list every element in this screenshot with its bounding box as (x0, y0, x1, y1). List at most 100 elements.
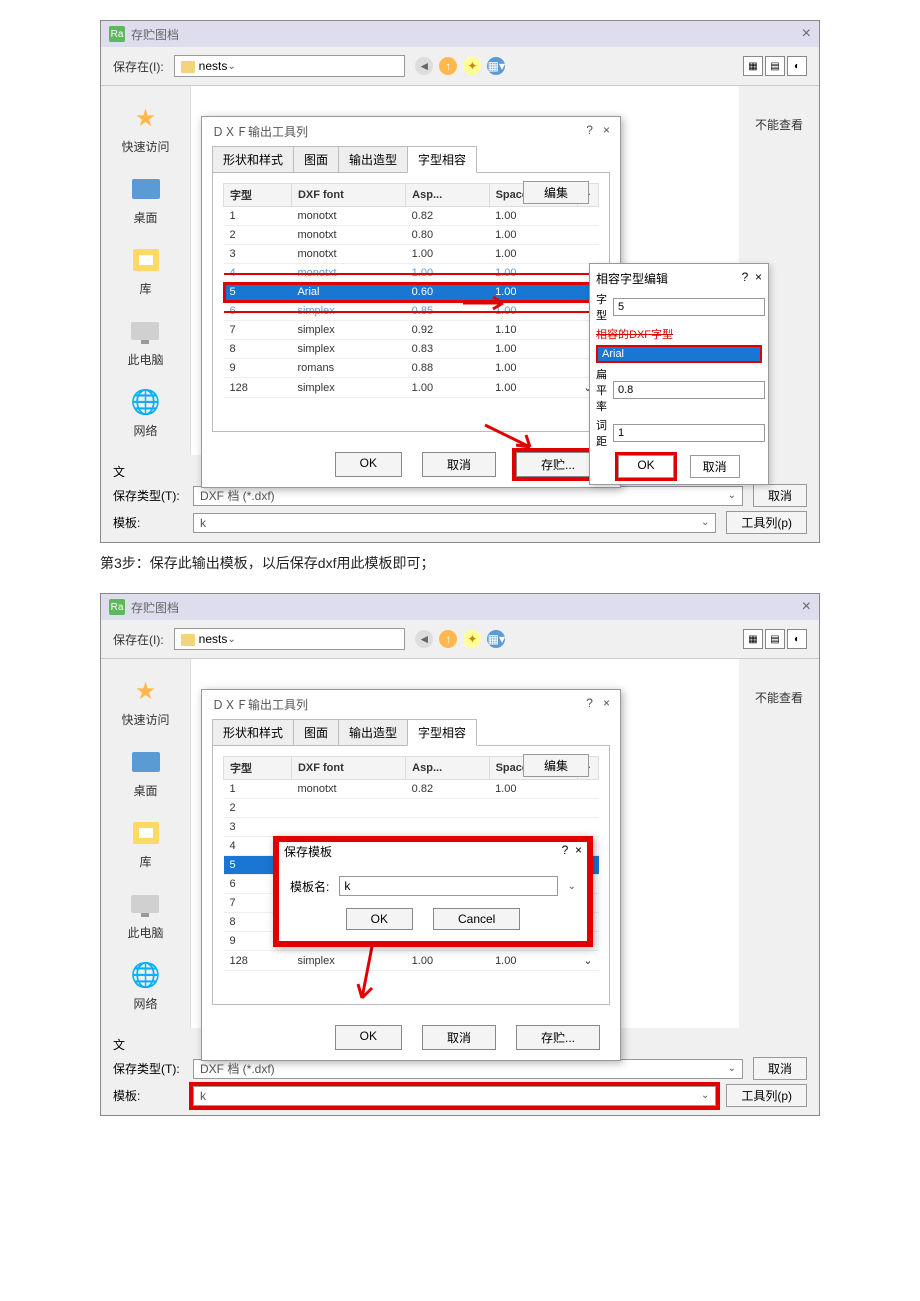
table-row[interactable]: 8simplex0.831.00 (224, 340, 599, 359)
nav-up-icon[interactable]: ↑ (439, 630, 457, 648)
view-2-button[interactable]: ▤ (765, 629, 785, 649)
close-icon[interactable]: × (802, 598, 811, 616)
template-combo[interactable]: k⌄ (193, 1086, 716, 1106)
dxf-help-icon[interactable]: ? (586, 696, 593, 710)
no-preview-label: 不能查看 (755, 691, 803, 705)
savetpl-help-icon[interactable]: ? (562, 843, 569, 857)
savetpl-close-icon[interactable]: × (575, 843, 582, 857)
template-name-input[interactable] (339, 876, 557, 896)
filetype-combo[interactable]: DXF 档 (*.dxf)⌄ (193, 486, 743, 506)
dxf-close-icon[interactable]: × (603, 696, 610, 710)
edit-button[interactable]: 编集 (523, 181, 589, 204)
dxf-save-button[interactable]: 存贮... (516, 1025, 600, 1050)
flat-input[interactable] (613, 381, 765, 399)
font-table: 字型DXF fontAsp...Space^ 1monotxt0.821.00 … (223, 183, 599, 398)
filetype-combo[interactable]: DXF 档 (*.dxf)⌄ (193, 1059, 743, 1079)
tab-layer[interactable]: 图面 (293, 146, 339, 173)
view-3-button[interactable]: ◐ (787, 629, 807, 649)
save-in-label: 保存在(I): (113, 58, 164, 75)
dxf-tool-dialog: ＤＸＦ输出工具列?× 形状和样式 图面 输出造型 字型相容 编集 字型DXF f… (201, 689, 621, 1061)
toolbar-button[interactable]: 工具列(p) (726, 511, 807, 534)
nav-newfolder-icon[interactable]: ✦ (463, 57, 481, 75)
titlebar: Ra 存贮图档 × (101, 594, 819, 620)
table-row-selected[interactable]: 5Arial0.601.00 (224, 283, 599, 302)
table-row[interactable]: 1monotxt0.821.00 (224, 207, 599, 226)
font-edit-dialog: 相容字型编辑? × 字型 相容的DXF字型 扁平率 词距 OK取消 (589, 263, 769, 485)
dxf-close-icon[interactable]: × (603, 123, 610, 137)
view-1-button[interactable]: ▦ (743, 629, 763, 649)
path-combo[interactable]: nests⌄ (174, 628, 406, 650)
sidebar-desktop[interactable]: 桌面 (130, 746, 162, 799)
nav-up-icon[interactable]: ↑ (439, 57, 457, 75)
table-row[interactable]: 7simplex0.921.10 (224, 321, 599, 340)
nav-viewmenu-icon[interactable]: ▦▾ (487, 57, 505, 75)
dxf-cancel-button[interactable]: 取消 (422, 452, 496, 477)
app-icon: Ra (109, 599, 125, 615)
sidebar-quick[interactable]: ★快速访问 (121, 102, 169, 155)
table-row[interactable]: 3 (224, 818, 599, 837)
table-row[interactable]: 128simplex1.001.00⌄ (224, 951, 599, 971)
filebar-cancel-button[interactable]: 取消 (753, 1057, 807, 1080)
view-2-button[interactable]: ▤ (765, 56, 785, 76)
table-row[interactable]: 3monotxt1.001.00 (224, 245, 599, 264)
table-row[interactable]: 6simplex0.851.00 (224, 302, 599, 321)
path-combo[interactable]: nests⌄ (174, 55, 406, 77)
tab-shape[interactable]: 形状和样式 (212, 719, 294, 746)
titlebar: Ra存贮图档 × (101, 21, 819, 47)
tab-shape[interactable]: 形状和样式 (212, 146, 294, 173)
edit-button[interactable]: 编集 (523, 754, 589, 777)
table-row[interactable]: 4monotxt1.001.00 (224, 264, 599, 283)
dxf-cancel-button[interactable]: 取消 (422, 1025, 496, 1050)
dxf-save-button[interactable]: 存贮... (516, 452, 600, 477)
sidebar-network[interactable]: 🌐网络 (130, 386, 162, 439)
table-row[interactable]: 9romans0.881.00 (224, 359, 599, 378)
nav-viewmenu-icon[interactable]: ▦▾ (487, 630, 505, 648)
sidebar-network[interactable]: 🌐网络 (130, 959, 162, 1012)
fontedit-ok-button[interactable]: OK (618, 455, 673, 478)
nav-back-icon[interactable]: ◄ (415, 630, 433, 648)
save-template-dialog: 保存模板? × 模板名:⌄ OKCancel (273, 836, 593, 947)
sidebar-quick[interactable]: ★快速访问 (121, 675, 169, 728)
fontedit-cancel-button[interactable]: 取消 (690, 455, 740, 478)
sidebar-thispc[interactable]: 此电脑 (127, 888, 163, 941)
compat-font-input[interactable] (596, 345, 762, 363)
nav-newfolder-icon[interactable]: ✦ (463, 630, 481, 648)
nav-back-icon[interactable]: ◄ (415, 57, 433, 75)
template-combo[interactable]: k⌄ (193, 513, 716, 533)
chevron-down-icon: ⌄ (227, 634, 235, 645)
table-row[interactable]: 1monotxt0.821.00 (224, 780, 599, 799)
tab-output[interactable]: 输出造型 (338, 146, 408, 173)
app-icon: Ra (109, 26, 125, 42)
filebar-cancel-button[interactable]: 取消 (753, 484, 807, 507)
savetpl-cancel-button[interactable]: Cancel (433, 908, 520, 930)
sidebar-library[interactable]: 库 (130, 244, 162, 297)
fontedit-close-icon[interactable]: × (755, 270, 762, 284)
dxf-help-icon[interactable]: ? (586, 123, 593, 137)
table-row[interactable]: 2monotxt0.801.00 (224, 226, 599, 245)
sidebar-library[interactable]: 库 (130, 817, 162, 870)
font-type-input[interactable] (613, 298, 765, 316)
tab-layer[interactable]: 图面 (293, 719, 339, 746)
toolbar-button[interactable]: 工具列(p) (726, 1084, 807, 1107)
close-icon[interactable]: × (802, 25, 811, 43)
fontedit-help-icon[interactable]: ? (742, 270, 749, 284)
dxf-ok-button[interactable]: OK (335, 452, 402, 477)
dxf-ok-button[interactable]: OK (335, 1025, 402, 1050)
sidebar-desktop[interactable]: 桌面 (130, 173, 162, 226)
window-title: 存贮图档 (131, 599, 179, 616)
view-3-button[interactable]: ◐ (787, 56, 807, 76)
tab-output[interactable]: 输出造型 (338, 719, 408, 746)
step3-text: 第3步：保存此输出模板，以后保存dxf用此模板即可； (100, 553, 820, 573)
sidebar-thispc[interactable]: 此电脑 (127, 315, 163, 368)
no-preview-label: 不能查看 (755, 118, 803, 132)
table-row[interactable]: 128simplex1.001.00⌄ (224, 378, 599, 398)
view-1-button[interactable]: ▦ (743, 56, 763, 76)
chevron-down-icon: ⌄ (227, 61, 235, 72)
dxf-tool-dialog: ＤＸＦ输出工具列?× 形状和样式 图面 输出造型 字型相容 编集 字型DXF f… (201, 116, 621, 488)
save-in-label: 保存在(I): (113, 631, 164, 648)
tab-font[interactable]: 字型相容 (407, 719, 477, 746)
savetpl-ok-button[interactable]: OK (346, 908, 413, 930)
spacing-input[interactable] (613, 424, 765, 442)
tab-font[interactable]: 字型相容 (407, 146, 477, 173)
table-row[interactable]: 2 (224, 799, 599, 818)
